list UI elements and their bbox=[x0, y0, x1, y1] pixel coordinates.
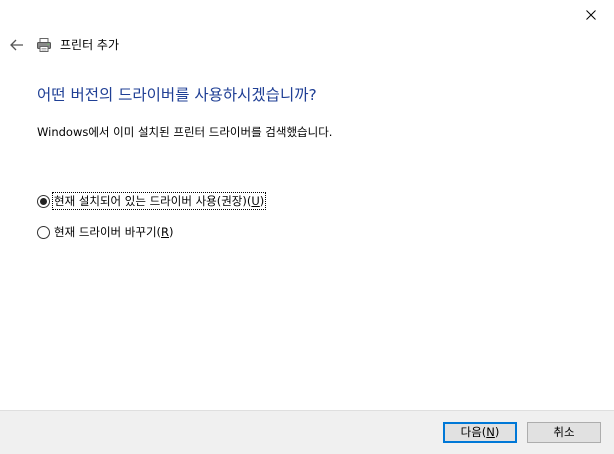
radio-selected-dot bbox=[40, 197, 47, 205]
use-current-driver-label: 현재 설치되어 있는 드라이버 사용(권장)(U) bbox=[51, 192, 267, 210]
footer-bar: 다음(N) 취소 bbox=[0, 410, 614, 454]
back-arrow-icon bbox=[10, 39, 23, 51]
replace-driver-label: 현재 드라이버 바꾸기(R) bbox=[54, 225, 174, 239]
next-button[interactable]: 다음(N) bbox=[443, 422, 517, 443]
back-button[interactable] bbox=[8, 36, 26, 54]
printer-icon bbox=[36, 36, 54, 54]
use-current-driver-option[interactable]: 현재 설치되어 있는 드라이버 사용(권장)(U) bbox=[37, 192, 267, 210]
radio-button[interactable] bbox=[37, 225, 50, 239]
page-heading: 어떤 버전의 드라이버를 사용하시겠습니까? bbox=[37, 86, 317, 104]
window-title: 프린터 추가 bbox=[60, 38, 120, 52]
header: 프린터 추가 bbox=[8, 36, 119, 54]
close-icon bbox=[586, 10, 596, 20]
radio-button-selected[interactable] bbox=[37, 194, 50, 208]
description-text: Windows에서 이미 설치된 프린터 드라이버를 검색했습니다. bbox=[37, 125, 333, 139]
close-button[interactable] bbox=[568, 0, 614, 30]
replace-driver-option[interactable]: 현재 드라이버 바꾸기(R) bbox=[37, 223, 175, 241]
cancel-button[interactable]: 취소 bbox=[527, 422, 601, 443]
